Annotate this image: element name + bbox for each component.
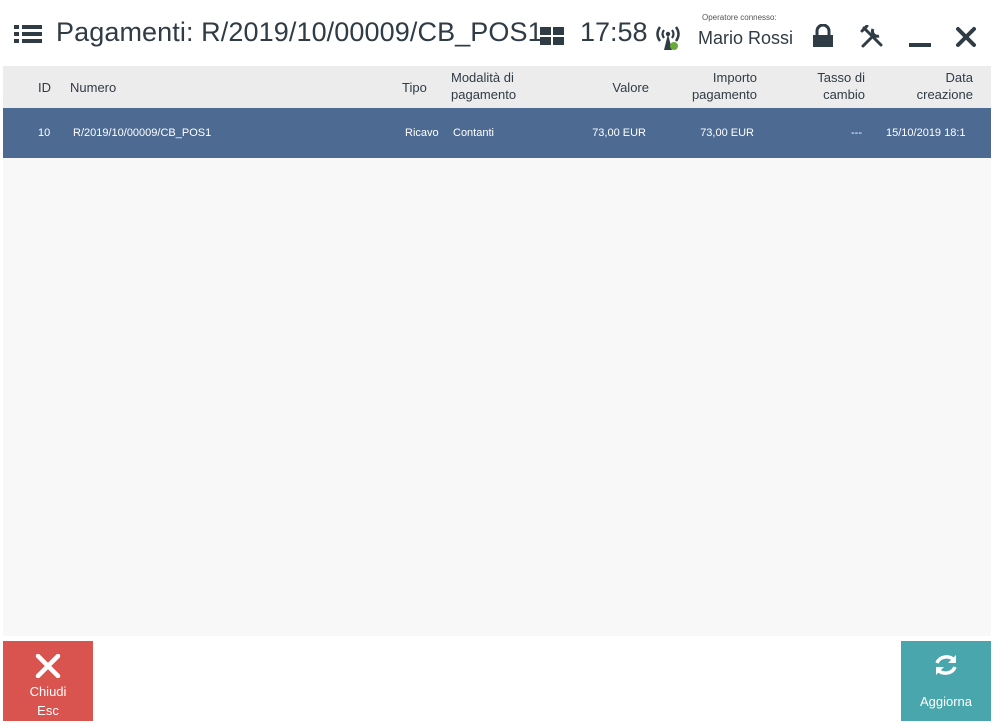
title-bar: Pagamenti: R/2019/10/00009/CB_POS1 17:58…	[0, 0, 996, 66]
operator-caption: Operatore connesso:	[702, 13, 777, 22]
cell-data: 15/10/2019 18:1	[886, 127, 966, 139]
cell-tasso: ---	[851, 127, 862, 139]
column-header-modalita-line2: pagamento	[451, 87, 517, 102]
column-header-data-line1: Data	[945, 70, 973, 85]
column-header-valore[interactable]: Valore	[589, 79, 649, 96]
close-button[interactable]: Chiudi Esc	[3, 641, 93, 721]
grid-header: ID Numero Tipo Modalità di pagamento Val…	[3, 66, 991, 108]
cell-id: 10	[38, 127, 51, 139]
clock: 17:58	[580, 17, 648, 47]
cell-importo: 73,00 EUR	[700, 127, 754, 139]
column-header-tasso-line1: Tasso di	[817, 70, 865, 85]
column-header-importo-line2: pagamento	[691, 87, 757, 102]
column-header-tipo[interactable]: Tipo	[402, 79, 427, 96]
tools-icon[interactable]	[860, 25, 884, 49]
column-header-tasso-line2: cambio	[823, 87, 865, 102]
table-row[interactable]: 10 R/2019/10/00009/CB_POS1 Ricavo Contan…	[3, 108, 991, 158]
payments-grid: ID Numero Tipo Modalità di pagamento Val…	[3, 66, 991, 636]
cell-tipo: Ricavo	[405, 127, 439, 139]
column-header-importo[interactable]: Importo pagamento	[677, 69, 757, 103]
column-header-tasso[interactable]: Tasso di cambio	[795, 69, 865, 103]
column-header-modalita[interactable]: Modalità di pagamento	[451, 69, 516, 103]
operator-name: Mario Rossi	[698, 28, 794, 48]
close-icon	[35, 654, 61, 678]
tiles-icon[interactable]	[540, 27, 564, 45]
column-header-importo-line1: Importo	[712, 70, 757, 85]
close-button-label: Chiudi	[29, 684, 67, 699]
column-header-id[interactable]: ID	[38, 79, 51, 96]
refresh-icon	[935, 655, 957, 675]
close-button-shortcut: Esc	[37, 703, 59, 718]
refresh-button-label: Aggiorna	[919, 694, 973, 709]
cell-valore: 73,00 EUR	[592, 127, 646, 139]
refresh-button[interactable]: Aggiorna	[901, 641, 991, 721]
minimize-icon[interactable]	[908, 28, 932, 48]
connection-signal-icon	[656, 26, 680, 50]
cell-modalita: Contanti	[453, 127, 494, 139]
menu-list-icon[interactable]	[14, 24, 42, 44]
column-header-data[interactable]: Data creazione	[893, 69, 973, 103]
page-title: Pagamenti: R/2019/10/00009/CB_POS1	[56, 17, 543, 47]
column-header-modalita-line1: Modalità di	[451, 70, 514, 85]
column-header-numero[interactable]: Numero	[70, 79, 116, 96]
lock-icon[interactable]	[812, 24, 834, 48]
cell-numero: R/2019/10/00009/CB_POS1	[73, 127, 212, 139]
close-window-icon[interactable]	[955, 26, 977, 48]
column-header-data-line2: creazione	[916, 87, 973, 102]
